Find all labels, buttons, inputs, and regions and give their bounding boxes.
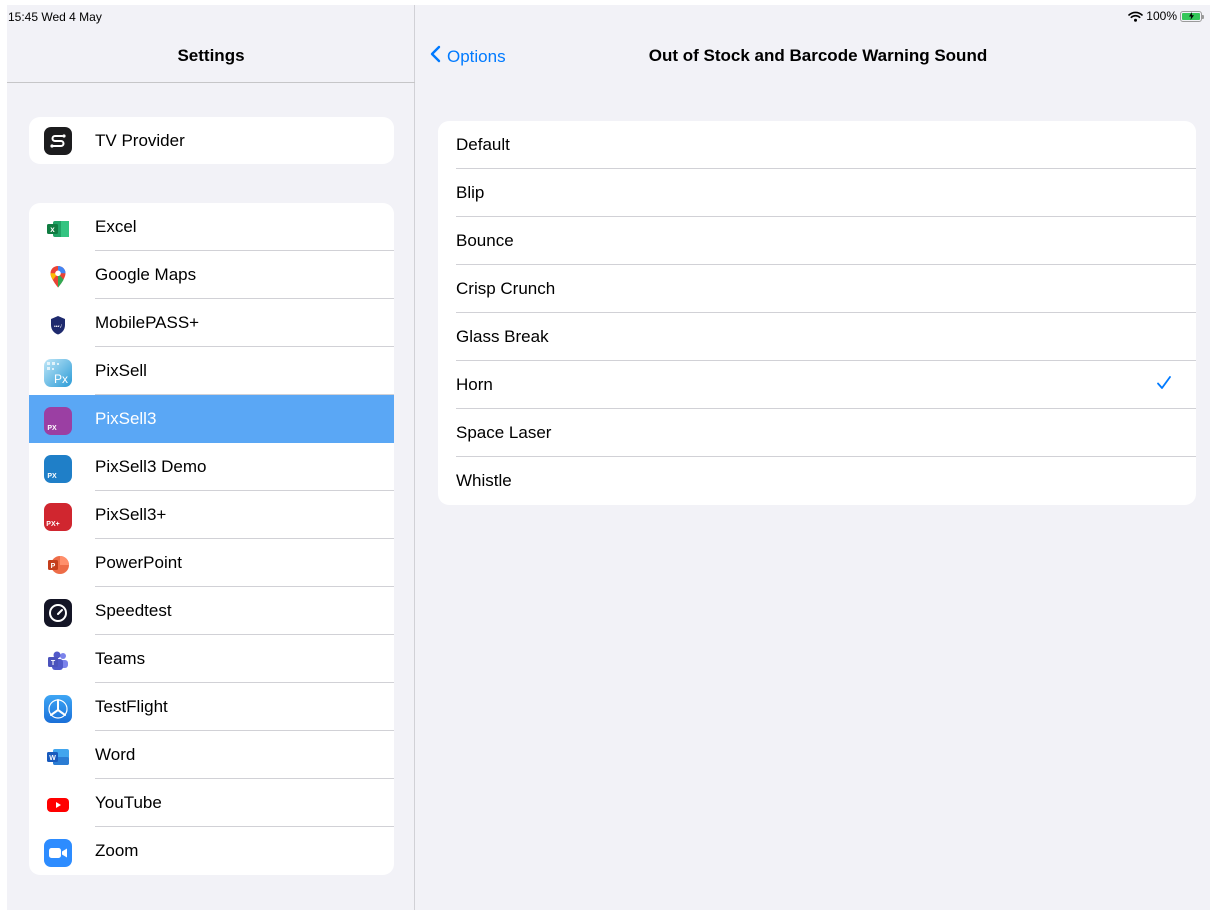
sidebar-item-label: TestFlight bbox=[95, 697, 168, 716]
sidebar-item-label: Google Maps bbox=[95, 265, 197, 284]
settings-sidebar: Settings TV Provider x Excel Google Maps… bbox=[7, 5, 415, 910]
pixsell-icon: Px bbox=[44, 359, 72, 387]
sidebar-item-powerpoint[interactable]: P PowerPoint bbox=[29, 539, 394, 587]
svg-text:PX: PX bbox=[47, 425, 57, 432]
powerpoint-icon: P bbox=[44, 551, 72, 579]
sidebar-item-label: Zoom bbox=[95, 841, 139, 860]
battery-icon bbox=[1180, 10, 1204, 22]
sidebar-item-excel[interactable]: x Excel bbox=[29, 203, 394, 251]
sidebar-item-speedtest[interactable]: Speedtest bbox=[29, 587, 394, 635]
option-label: Bounce bbox=[456, 231, 514, 250]
sidebar-item-mobilepass[interactable]: •••√ MobilePASS+ bbox=[29, 299, 394, 347]
sidebar-item-pixsell3-demo[interactable]: PX PixSell3 Demo bbox=[29, 443, 394, 491]
svg-text:PX: PX bbox=[47, 473, 57, 480]
wifi-icon bbox=[1128, 11, 1144, 22]
svg-text:PX+: PX+ bbox=[46, 521, 59, 528]
svg-text:•••√: •••√ bbox=[54, 323, 62, 330]
sidebar-item-label: PixSell3+ bbox=[95, 505, 167, 524]
status-bar: 15:45 Wed 4 May 100% bbox=[7, 5, 1210, 29]
option-label: Horn bbox=[456, 375, 493, 394]
battery-percent: 100% bbox=[1146, 9, 1177, 23]
sidebar-item-word[interactable]: W Word bbox=[29, 731, 394, 779]
sidebar-title: Settings bbox=[177, 46, 245, 65]
excel-icon: x bbox=[44, 215, 72, 243]
option-default[interactable]: Default bbox=[438, 121, 1196, 169]
option-label: Glass Break bbox=[456, 327, 549, 346]
sidebar-item-label: TV Provider bbox=[95, 130, 185, 150]
svg-text:P: P bbox=[51, 563, 56, 570]
sidebar-item-label: Speedtest bbox=[95, 601, 172, 620]
option-blip[interactable]: Blip bbox=[438, 169, 1196, 217]
status-indicators: 100% bbox=[1128, 9, 1204, 23]
sidebar-item-label: Excel bbox=[95, 217, 137, 236]
sidebar-item-label: MobilePASS+ bbox=[95, 313, 200, 332]
sidebar-item-pixsell[interactable]: Px PixSell bbox=[29, 347, 394, 395]
svg-text:Px: Px bbox=[54, 372, 68, 386]
sidebar-group-tv: TV Provider bbox=[29, 117, 394, 164]
status-time: 15:45 Wed 4 May bbox=[8, 10, 102, 24]
sidebar-item-label: PixSell bbox=[95, 361, 147, 380]
battery-tip bbox=[1202, 14, 1204, 19]
sidebar-group-apps: x Excel Google Maps •••√ MobilePASS+ Px … bbox=[29, 203, 394, 875]
svg-text:W: W bbox=[49, 755, 56, 762]
checkmark-icon bbox=[1156, 375, 1172, 396]
sidebar-item-pixsell3-plus[interactable]: PX+ PixSell3+ bbox=[29, 491, 394, 539]
svg-text:x: x bbox=[50, 225, 55, 234]
sidebar-item-label: Word bbox=[95, 745, 136, 764]
teams-icon: T bbox=[44, 647, 72, 675]
detail-pane: Options Out of Stock and Barcode Warning… bbox=[416, 5, 1210, 910]
option-label: Default bbox=[456, 135, 510, 154]
option-glass-break[interactable]: Glass Break bbox=[438, 313, 1196, 361]
option-bounce[interactable]: Bounce bbox=[438, 217, 1196, 265]
tv-provider-icon bbox=[44, 127, 72, 155]
option-space-laser[interactable]: Space Laser bbox=[438, 409, 1196, 457]
testflight-icon bbox=[44, 695, 72, 723]
option-horn[interactable]: Horn bbox=[438, 361, 1196, 409]
sidebar-item-testflight[interactable]: TestFlight bbox=[29, 683, 394, 731]
option-whistle[interactable]: Whistle bbox=[438, 457, 1196, 505]
sound-options-list: Default Blip Bounce Crisp Crunch Glass B… bbox=[438, 121, 1196, 505]
option-crisp-crunch[interactable]: Crisp Crunch bbox=[438, 265, 1196, 313]
sidebar-item-tv-provider[interactable]: TV Provider bbox=[29, 117, 394, 164]
pixsell3-demo-icon: PX bbox=[44, 455, 72, 483]
sidebar-item-label: PixSell3 bbox=[95, 409, 157, 428]
speedtest-icon bbox=[44, 599, 72, 627]
sidebar-item-zoom[interactable]: Zoom bbox=[29, 827, 394, 875]
svg-text:T: T bbox=[51, 660, 56, 667]
battery-charging-icon bbox=[1182, 12, 1200, 20]
option-label: Crisp Crunch bbox=[456, 279, 556, 298]
sidebar-item-google-maps[interactable]: Google Maps bbox=[29, 251, 394, 299]
sidebar-item-youtube[interactable]: YouTube bbox=[29, 779, 394, 827]
ipad-screen: Settings TV Provider x Excel Google Maps… bbox=[7, 5, 1210, 910]
sidebar-item-teams[interactable]: T Teams bbox=[29, 635, 394, 683]
option-label: Blip bbox=[456, 183, 485, 202]
page-title: Out of Stock and Barcode Warning Sound bbox=[648, 46, 988, 65]
sidebar-item-pixsell3[interactable]: PX PixSell3 bbox=[29, 395, 394, 443]
sidebar-divider bbox=[7, 82, 415, 83]
youtube-icon bbox=[44, 791, 72, 819]
pixsell3-plus-icon: PX+ bbox=[44, 503, 72, 531]
sidebar-item-label: PixSell3 Demo bbox=[95, 457, 207, 476]
zoom-icon bbox=[44, 839, 72, 867]
mobilepass-icon: •••√ bbox=[44, 311, 72, 339]
sidebar-item-label: PowerPoint bbox=[95, 553, 182, 572]
option-label: Space Laser bbox=[456, 423, 552, 442]
option-label: Whistle bbox=[456, 471, 512, 490]
sidebar-item-label: Teams bbox=[95, 649, 146, 668]
sidebar-item-label: YouTube bbox=[95, 793, 162, 812]
pixsell3-icon: PX bbox=[44, 407, 72, 435]
google-maps-icon bbox=[44, 263, 72, 291]
word-icon: W bbox=[44, 743, 72, 771]
